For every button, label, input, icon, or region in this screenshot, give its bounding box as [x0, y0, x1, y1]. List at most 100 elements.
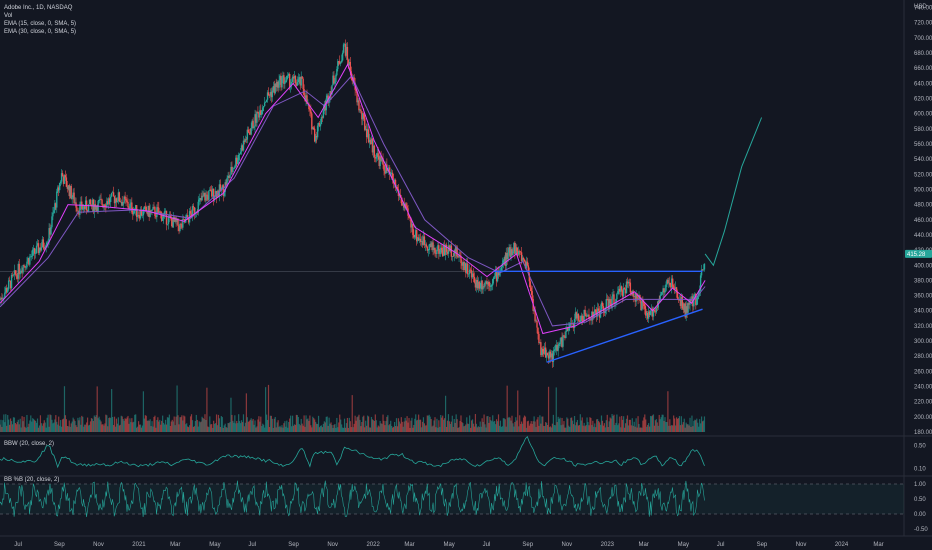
- candle-body: [558, 344, 560, 346]
- candle-body: [334, 82, 336, 84]
- candle-body: [257, 111, 259, 113]
- time-tick-label: May: [443, 542, 454, 548]
- candle-body: [502, 260, 505, 264]
- candle-body: [661, 292, 663, 295]
- candle-body: [669, 282, 671, 286]
- candle-body: [89, 199, 92, 205]
- chart-canvas[interactable]: 740.00720.00700.00680.00660.00640.00620.…: [0, 0, 932, 550]
- candle-body: [373, 145, 376, 158]
- candle-body: [18, 263, 20, 275]
- candle-body: [522, 257, 525, 260]
- price-tick-label: 640.00: [914, 81, 932, 87]
- candle-body: [644, 306, 646, 309]
- candle-body: [377, 153, 379, 157]
- candle-body: [665, 284, 667, 291]
- time-tick-label: Jul: [248, 542, 256, 548]
- time-tick-label: Sep: [757, 542, 768, 548]
- candle-body: [519, 251, 522, 253]
- candle-body: [247, 129, 249, 133]
- candle-body: [189, 211, 192, 214]
- candle-body: [320, 117, 323, 125]
- candle-body: [629, 282, 632, 293]
- candle-body: [287, 75, 289, 77]
- bbpb-tick-label: -0.50: [914, 527, 928, 533]
- candle-body: [165, 210, 168, 225]
- price-tick-label: 280.00: [914, 354, 932, 360]
- price-tick-label: 720.00: [914, 21, 932, 27]
- candle-body: [109, 196, 112, 203]
- candle-body: [14, 270, 17, 275]
- candle-body: [436, 249, 438, 254]
- candle-body: [256, 111, 258, 123]
- candle-body: [568, 327, 570, 331]
- candle-body: [127, 201, 129, 208]
- price-tick-label: 500.00: [914, 187, 932, 193]
- candle-body: [71, 197, 73, 199]
- candle-body: [439, 252, 441, 254]
- candle-body: [586, 316, 588, 317]
- candle-body: [210, 189, 212, 191]
- candle-body: [285, 80, 287, 83]
- candle-body: [118, 192, 121, 202]
- candle-body: [512, 251, 514, 256]
- candle-body: [493, 276, 496, 278]
- volume-bar: [517, 390, 519, 432]
- candle-body: [346, 46, 349, 60]
- candle-body: [322, 110, 325, 118]
- time-tick-label: Jul: [14, 542, 22, 548]
- candle-body: [124, 196, 126, 199]
- candle-body: [271, 90, 274, 98]
- candle-body: [452, 256, 454, 257]
- candle-body: [628, 281, 631, 283]
- candle-body: [553, 350, 556, 352]
- candle-body: [468, 269, 471, 274]
- candle-body: [166, 224, 169, 225]
- candle-body: [467, 263, 469, 275]
- price-tick-label: 520.00: [914, 172, 932, 178]
- candle-body: [12, 274, 15, 276]
- candle-body: [531, 291, 533, 299]
- candle-body: [237, 159, 239, 164]
- candle-body: [358, 100, 360, 111]
- candle-body: [56, 191, 58, 208]
- candle-body: [242, 140, 245, 151]
- candle-body: [616, 293, 618, 300]
- bbpb-pane-label: BB %B (20, close, 2): [4, 477, 60, 483]
- time-tick-label: May: [678, 542, 689, 548]
- volume-bar: [267, 384, 270, 432]
- candle-body: [664, 290, 666, 293]
- bbw-line: [0, 435, 705, 469]
- candle-body: [364, 118, 366, 130]
- candle-body: [335, 75, 337, 83]
- candle-body: [116, 201, 119, 203]
- price-tick-label: 480.00: [914, 203, 932, 209]
- candle-body: [50, 226, 52, 235]
- candle-body: [703, 263, 706, 270]
- candle-body: [151, 209, 153, 211]
- candle-body: [33, 248, 36, 254]
- candle-body: [529, 281, 531, 288]
- candle-body: [676, 292, 679, 299]
- candle-body: [53, 210, 55, 213]
- candle-body: [479, 288, 481, 289]
- candle-body: [253, 126, 255, 129]
- price-tick-label: 360.00: [914, 294, 932, 300]
- candle-body: [309, 109, 311, 111]
- candle-body: [542, 348, 544, 352]
- candle-body: [239, 151, 242, 154]
- candle-body: [250, 128, 252, 135]
- candle-body: [537, 327, 539, 335]
- time-tick-label: Mar: [170, 542, 180, 548]
- candle-body: [76, 207, 78, 212]
- candle-body: [660, 294, 662, 296]
- candle-body: [623, 288, 626, 290]
- candle-body: [579, 320, 582, 322]
- candle-body: [584, 310, 586, 315]
- candle-body: [23, 265, 25, 266]
- candle-body: [427, 250, 429, 251]
- candle-body: [30, 256, 32, 258]
- candle-body: [441, 247, 443, 251]
- price-tick-label: 220.00: [914, 400, 932, 406]
- time-tick-label: May: [209, 542, 220, 548]
- ema-15-line: [0, 63, 706, 335]
